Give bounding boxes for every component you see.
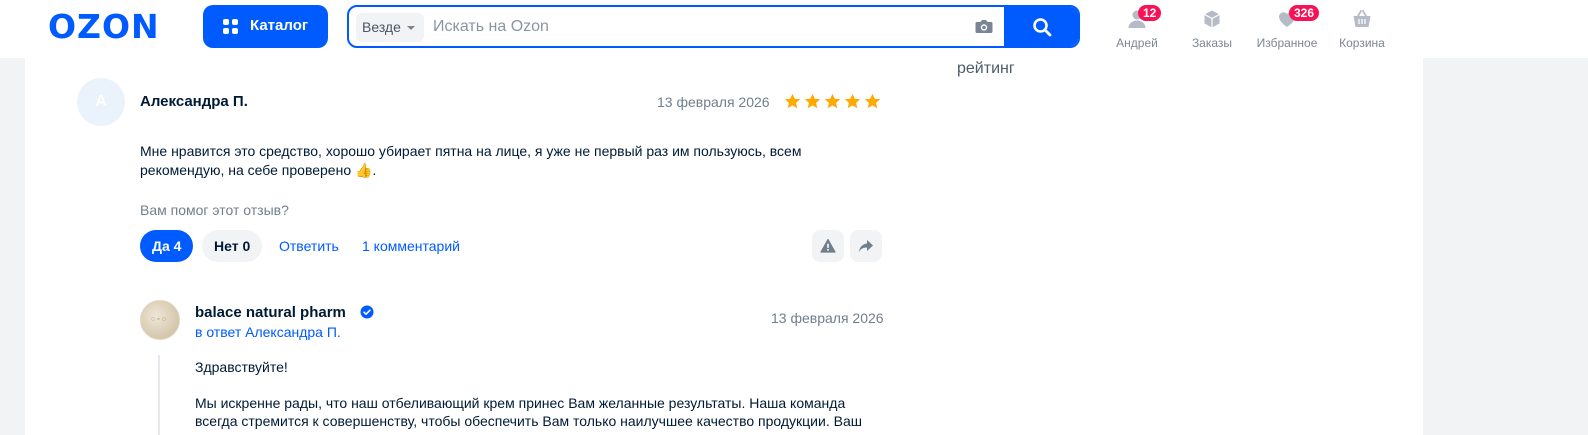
favorites-badge: 326 xyxy=(1289,5,1320,21)
share-arrow-icon xyxy=(859,240,873,252)
reply-text: Здравствуйте! Мы искренне рады, что наш … xyxy=(195,358,895,430)
search-icon xyxy=(1033,18,1052,37)
star-icon xyxy=(784,93,801,109)
star-icon xyxy=(844,93,861,109)
reviewer-avatar: А xyxy=(77,78,125,126)
nav-orders-label: Заказы xyxy=(1191,36,1233,50)
share-button[interactable] xyxy=(850,230,882,262)
star-icon xyxy=(824,93,841,109)
review-stars xyxy=(784,93,881,110)
helpful-yes-button[interactable]: Да 4 xyxy=(140,230,194,262)
verified-icon xyxy=(360,305,374,319)
reply-thread-line xyxy=(158,355,160,435)
profile-badge: 12 xyxy=(1138,5,1162,21)
warning-icon xyxy=(820,238,836,253)
rating-heading: рейтинг xyxy=(957,60,1015,77)
search-input[interactable] xyxy=(433,15,953,39)
seller-avatar: ◌ ◦ ◌ xyxy=(140,300,180,340)
helpful-no-button[interactable]: Нет 0 xyxy=(202,230,263,262)
review-text-line: Мне нравится это средство, хорошо убирае… xyxy=(140,143,802,159)
report-button[interactable] xyxy=(812,230,844,262)
catalog-button[interactable]: Каталог xyxy=(203,5,328,48)
nav-favorites[interactable]: 326 Избранное xyxy=(1254,5,1320,50)
caret-down-icon xyxy=(407,26,415,30)
search-scope-label: Везде xyxy=(362,19,401,35)
box-icon xyxy=(1204,10,1220,28)
reply-link[interactable]: Ответить xyxy=(279,238,339,254)
reply-to-link[interactable]: в ответ Александра П. xyxy=(195,324,341,340)
nav-favorites-label: Избранное xyxy=(1256,36,1318,50)
helpful-question: Вам помог этот отзыв? xyxy=(140,202,289,218)
reply-greeting: Здравствуйте! xyxy=(195,359,288,375)
reply-body-line: Мы искренне рады, что наш отбеливающий к… xyxy=(195,395,846,411)
review-text: Мне нравится это средство, хорошо убирае… xyxy=(140,142,840,180)
seller-name[interactable]: balace natural pharm xyxy=(195,304,346,321)
star-icon xyxy=(864,93,881,109)
grid-icon xyxy=(223,19,238,34)
basket-icon xyxy=(1353,10,1371,27)
search-scope-select[interactable]: Везде xyxy=(356,13,424,42)
nav-profile[interactable]: 12 Андрей xyxy=(1114,5,1162,50)
review-text-line: рекомендую, на себе проверено 👍. xyxy=(140,162,377,178)
reply-date: 13 февраля 2026 xyxy=(771,310,884,326)
search-button[interactable] xyxy=(1004,7,1078,46)
ozon-logo[interactable]: OZON xyxy=(48,9,160,45)
search-bar: Везде xyxy=(347,5,1080,48)
seller-logo-icon: ◌ ◦ ◌ xyxy=(151,316,166,323)
comments-link[interactable]: 1 комментарий xyxy=(362,238,460,254)
nav-profile-label: Андрей xyxy=(1116,36,1158,50)
top-header: OZON Каталог Везде 12 Андрей xyxy=(0,0,1588,58)
review-date: 13 февраля 2026 xyxy=(657,94,770,110)
catalog-label: Каталог xyxy=(250,17,309,34)
reviewer-name: Александра П. xyxy=(140,93,248,110)
nav-orders[interactable]: Заказы xyxy=(1189,9,1235,50)
reply-body-line: всегда стремится к совершенству, чтобы о… xyxy=(195,413,862,429)
camera-icon[interactable] xyxy=(975,19,993,34)
nav-cart[interactable]: Корзина xyxy=(1336,9,1388,50)
nav-cart-label: Корзина xyxy=(1339,36,1385,50)
star-icon xyxy=(804,93,821,109)
